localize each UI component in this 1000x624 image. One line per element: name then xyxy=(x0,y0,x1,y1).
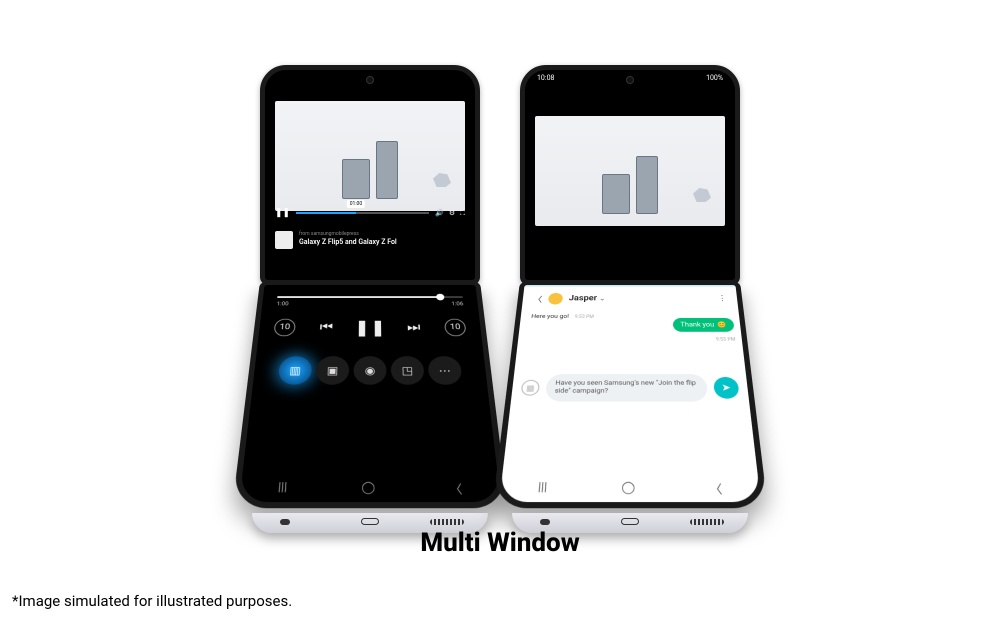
phone-right-top-screen: 10:08 100% xyxy=(520,65,740,285)
phone-right-bottom-screen: 〈 Jasper ⌄ ⋮ Here you go! 9:53 PM T xyxy=(492,281,768,508)
contact-name[interactable]: Jasper ⌄ xyxy=(569,295,606,303)
video-title: Galaxy Z Flip5 and Galaxy Z Fol xyxy=(299,238,397,247)
toolbar-btn-4[interactable]: ◳ xyxy=(391,356,425,385)
settings-gear-icon[interactable]: ⚙ xyxy=(449,209,455,218)
phone-right: 10:08 100% 〈 Jasper ⌄ xyxy=(520,65,740,511)
fullscreen-icon[interactable]: ⛶ xyxy=(460,209,465,218)
front-camera-icon xyxy=(626,76,634,84)
phones-stage: ❚❚ 01:00 🔊 ⚙ ⛶ from xyxy=(0,65,1000,511)
video-thumbnail xyxy=(275,101,465,211)
message-out-time: 9:53 PM xyxy=(575,315,594,320)
time-total: 1:06 xyxy=(451,301,463,307)
nav-back-icon[interactable]: 〈 xyxy=(449,479,463,497)
android-navbar: ||| ◯ 〈 xyxy=(240,479,501,497)
nav-recents-icon[interactable]: ||| xyxy=(537,482,547,495)
phone-left-bottom-screen: 1:00 1:06 10 ⏮ ❚❚ ⏭ 10 ▥ ▣ xyxy=(232,281,508,508)
feature-title: Multi Window xyxy=(0,528,1000,558)
volume-icon[interactable]: 🔊 xyxy=(435,209,444,218)
device-preview-icon xyxy=(602,174,630,214)
video-from-prefix: from xyxy=(299,231,310,237)
video-metadata[interactable]: from samsungmobilepress Galaxy Z Flip5 a… xyxy=(265,226,475,262)
toolbar-more-button[interactable]: ⋯ xyxy=(427,356,462,385)
video-player-top[interactable]: ❚❚ 01:00 🔊 ⚙ ⛶ xyxy=(265,86,475,226)
message-reply-text: Thank you xyxy=(680,321,714,328)
rock-decoration-icon xyxy=(693,188,711,202)
status-time: 10:08 xyxy=(537,74,554,82)
attach-image-button[interactable]: ▦ xyxy=(521,380,540,396)
message-input[interactable]: Have you seen Samsung's new "Join the fl… xyxy=(545,374,708,401)
send-icon: ➤ xyxy=(721,383,731,394)
back-icon[interactable]: 〈 xyxy=(533,293,543,304)
chat-body[interactable]: Here you go! 9:53 PM Thank you 😊 9:53 PM… xyxy=(507,308,753,433)
message-out-text: Here you go! xyxy=(531,313,569,320)
capture-icon: ▣ xyxy=(327,364,339,376)
video-scrub-row: ❚❚ 01:00 🔊 ⚙ ⛶ xyxy=(275,208,465,218)
split-screen-icon: ▥ xyxy=(289,364,301,376)
chat-input-row: ▦ Have you seen Samsung's new "Join the … xyxy=(520,374,740,401)
phone-left-top-screen: ❚❚ 01:00 🔊 ⚙ ⛶ from xyxy=(260,65,480,285)
avatar[interactable] xyxy=(548,293,563,304)
disclaimer-text: *Image simulated for illustrated purpose… xyxy=(12,592,292,610)
skip-prev-icon[interactable]: ⏮ xyxy=(313,317,339,338)
pip-icon: ◳ xyxy=(401,364,413,376)
toolbar-btn-3[interactable]: ◉ xyxy=(353,356,386,385)
video-player-top[interactable] xyxy=(525,86,735,256)
chevron-down-icon: ⌄ xyxy=(599,295,605,302)
nav-back-icon[interactable]: 〈 xyxy=(709,479,723,497)
forward-10-icon[interactable]: 10 xyxy=(444,319,467,336)
device-preview-icon xyxy=(342,159,370,199)
skip-next-icon[interactable]: ⏭ xyxy=(401,317,427,338)
pause-icon[interactable]: ❚❚ xyxy=(357,317,383,338)
media-player-panel: 1:00 1:06 10 ⏮ ❚❚ ⏭ 10 ▥ ▣ xyxy=(252,285,488,391)
time-chip: 01:00 xyxy=(347,200,365,208)
usb-port-icon xyxy=(361,518,379,525)
nav-home-icon[interactable]: ◯ xyxy=(621,482,635,495)
screenshot-icon: ◉ xyxy=(365,364,376,376)
emoji-icon: 😊 xyxy=(717,321,727,328)
progress-bar[interactable]: 01:00 xyxy=(296,212,429,214)
video-thumbnail xyxy=(535,116,725,226)
usb-port-icon xyxy=(621,518,639,525)
player-toolbar: ▥ ▣ ◉ ◳ ⋯ xyxy=(268,356,471,385)
toolbar-btn-2[interactable]: ▣ xyxy=(315,356,349,385)
nav-home-icon[interactable]: ◯ xyxy=(361,482,375,495)
device-preview-icon xyxy=(376,141,398,199)
rock-decoration-icon xyxy=(433,173,451,187)
nav-recents-icon[interactable]: ||| xyxy=(277,482,287,495)
message-reply-bubble[interactable]: Thank you 😊 xyxy=(673,318,735,332)
more-icon: ⋯ xyxy=(438,364,451,376)
device-preview-icon xyxy=(636,156,658,214)
send-button[interactable]: ➤ xyxy=(713,377,740,399)
rewind-10-icon[interactable]: 10 xyxy=(273,319,296,336)
android-navbar: ||| ◯ 〈 xyxy=(500,479,761,497)
image-icon: ▦ xyxy=(526,383,535,392)
message-reply-time: 9:53 PM xyxy=(716,337,736,342)
phone-left: ❚❚ 01:00 🔊 ⚙ ⛶ from xyxy=(260,65,480,511)
channel-thumb-icon xyxy=(275,231,293,249)
multiwindow-button[interactable]: ▥ xyxy=(277,356,312,385)
chat-menu-icon[interactable]: ⋮ xyxy=(717,295,727,303)
player-progress-bar[interactable] xyxy=(277,296,462,298)
video-from: samsungmobilepress xyxy=(311,231,359,237)
front-camera-icon xyxy=(366,76,374,84)
chat-header: 〈 Jasper ⌄ ⋮ xyxy=(522,285,738,308)
status-battery: 100% xyxy=(706,74,723,82)
time-current: 1:00 xyxy=(276,301,288,307)
pause-icon[interactable]: ❚❚ xyxy=(275,208,290,218)
